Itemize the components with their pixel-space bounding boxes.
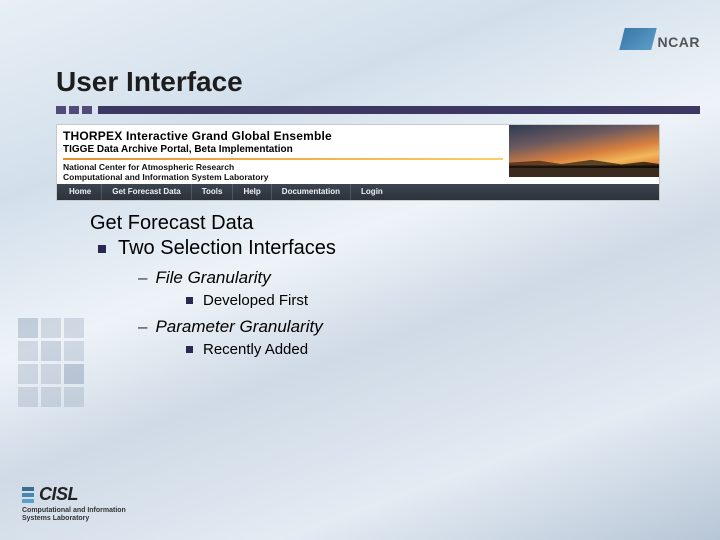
sub-parameter-granularity: – Parameter Granularity <box>138 317 680 337</box>
dash-icon: – <box>138 268 147 288</box>
sub-label: Parameter Granularity <box>155 317 322 337</box>
square-bullet-icon <box>186 297 193 304</box>
dash-icon: – <box>138 317 147 337</box>
note-developed-first: Developed First <box>186 292 680 309</box>
banner-title-1: THORPEX Interactive Grand Global Ensembl… <box>63 129 503 143</box>
bullet-label: Two Selection Interfaces <box>118 237 336 260</box>
cisl-sub-2: Systems Laboratory <box>22 515 89 522</box>
note-label: Recently Added <box>203 341 308 358</box>
banner-rule <box>63 158 503 160</box>
bullet-two-selection: Two Selection Interfaces <box>98 237 680 260</box>
nav-login[interactable]: Login <box>351 184 393 200</box>
banner-nav: Home Get Forecast Data Tools Help Docume… <box>57 184 659 200</box>
ncar-mark-icon <box>619 28 656 50</box>
cisl-sub-1: Computational and Information <box>22 507 126 514</box>
note-label: Developed First <box>203 292 308 309</box>
portal-banner: THORPEX Interactive Grand Global Ensembl… <box>56 124 660 201</box>
banner-subtitle-1: National Center for Atmospheric Research <box>63 162 503 172</box>
cisl-logo: CISL Computational and Information Syste… <box>22 484 126 522</box>
ncar-logo-text: NCAR <box>658 34 700 50</box>
body-heading: Get Forecast Data <box>90 212 680 235</box>
slide: NCAR User Interface THORPEX Interactive … <box>0 0 720 540</box>
note-recently-added: Recently Added <box>186 341 680 358</box>
square-bullet-icon <box>186 346 193 353</box>
banner-sunset-image <box>509 125 659 177</box>
sub-file-granularity: – File Granularity <box>138 268 680 288</box>
cisl-logo-text: CISL <box>39 484 78 505</box>
nav-home[interactable]: Home <box>59 184 102 200</box>
bullet-icon <box>98 245 106 253</box>
ncar-logo: NCAR <box>622 28 700 50</box>
slide-body: Get Forecast Data Two Selection Interfac… <box>90 212 680 362</box>
nav-help[interactable]: Help <box>233 184 271 200</box>
title-block: User Interface <box>56 66 700 114</box>
title-underline <box>56 106 700 114</box>
nav-tools[interactable]: Tools <box>192 184 234 200</box>
slide-title: User Interface <box>56 66 700 104</box>
nav-get-forecast-data[interactable]: Get Forecast Data <box>102 184 191 200</box>
banner-subtitle-2: Computational and Information System Lab… <box>63 172 503 182</box>
decorative-squares <box>18 318 84 407</box>
cisl-stripes-icon <box>22 487 34 503</box>
sub-label: File Granularity <box>155 268 270 288</box>
banner-title-2: TIGGE Data Archive Portal, Beta Implemen… <box>63 144 503 155</box>
nav-documentation[interactable]: Documentation <box>272 184 351 200</box>
